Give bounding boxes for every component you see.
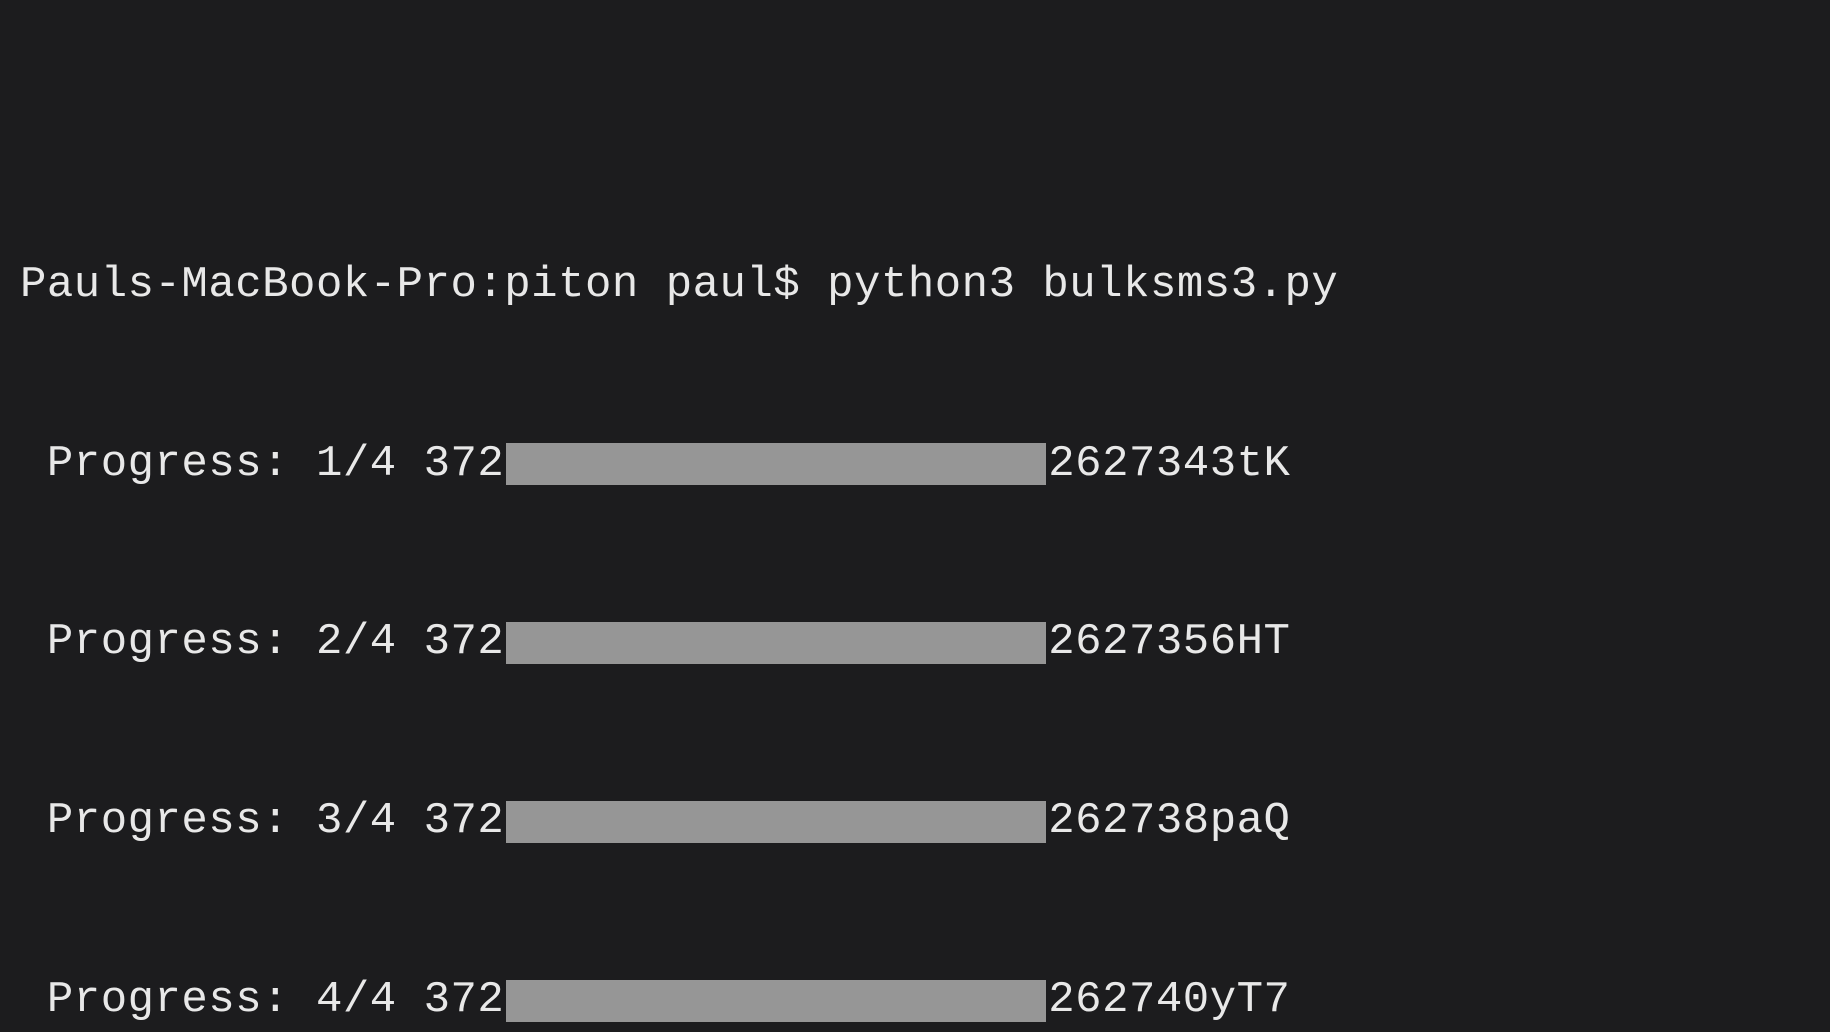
redacted-block [506,622,1046,664]
progress-prefix: Progress: 4/4 372 [20,971,504,1030]
progress-line-1: Progress: 1/4 372 2627343tK [20,434,1820,494]
redacted-block [506,443,1046,485]
progress-suffix: 2627343tK [1048,435,1290,494]
progress-line-3: Progress: 3/4 372 262738paQ [20,792,1820,852]
progress-suffix: 262738paQ [1048,792,1290,851]
redacted-block [506,980,1046,1022]
command-text: python3 bulksms3.py [827,256,1338,315]
progress-suffix: 262740yT7 [1048,971,1290,1030]
progress-line-2: Progress: 2/4 372 2627356HT [20,613,1820,673]
progress-line-4: Progress: 4/4 372 262740yT7 [20,971,1820,1031]
progress-suffix: 2627356HT [1048,613,1290,672]
progress-prefix: Progress: 2/4 372 [20,613,504,672]
terminal-command-line: Pauls-MacBook-Pro:piton paul$ python3 bu… [20,256,1820,316]
progress-prefix: Progress: 3/4 372 [20,792,504,851]
shell-prompt: Pauls-MacBook-Pro:piton paul$ [20,256,827,315]
redacted-block [506,801,1046,843]
progress-prefix: Progress: 1/4 372 [20,435,504,494]
